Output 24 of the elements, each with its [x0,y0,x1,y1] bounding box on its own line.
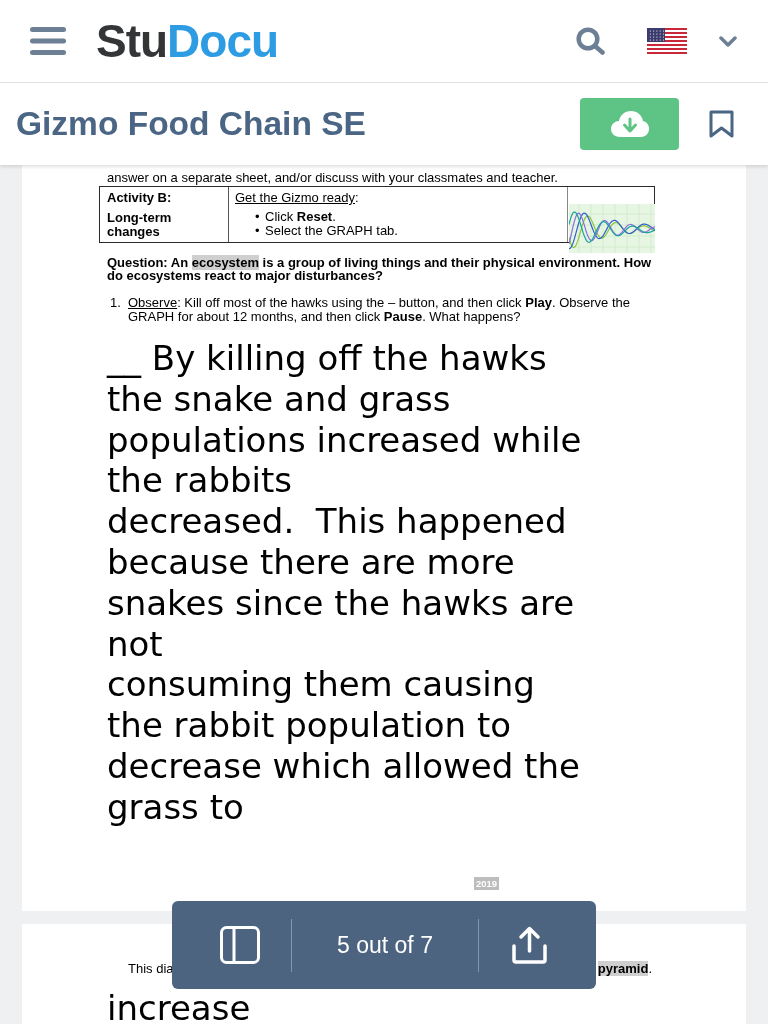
cloud-download-icon [610,111,649,137]
activity-title: Activity B: [107,191,173,205]
document-title: Gizmo Food Chain SE [16,105,367,143]
step-item: • Select the GRAPH tab. [255,224,399,238]
answer-text: increase [107,993,252,1022]
bookmark-icon[interactable] [709,110,734,138]
share-icon[interactable] [512,926,547,964]
logo[interactable]: StuDocu [96,18,279,64]
question-text: Question: An ecosystem is a group of living things and their physical environment. How do ecosystems react to major disturbances? [107,256,653,282]
text-fragment: This dia [128,961,174,976]
sidebar-icon[interactable] [220,926,260,964]
flag-icon[interactable] [647,28,687,54]
intro-text: answer on a separate sheet, and/or discuss with your classmates and teacher. [107,171,558,185]
page-indicator: 5 out of 7 [336,931,434,959]
activity-subtitle: Long-term changes [107,211,173,239]
numbered-instruction: 1. Observe: Kill off most of the hawks using the – button, and then click Play. Observe the GRAPH for about 12 months, and then click Pause. What happens? [109,296,631,324]
chevron-down-icon[interactable] [719,35,737,47]
year-label: 2019 [474,876,500,890]
instructions-heading: Get the Gizmo ready: [235,191,360,205]
menu-icon[interactable] [30,27,66,55]
search-icon[interactable] [576,27,606,55]
step-item: • Click Reset. [255,210,337,224]
text-fragment: pyramid. [597,961,652,976]
answer-text: __ By killing off the hawks the snake and grass populations increased while the rabbits decreased. This happened because there are more snakes since the hawks are not consuming them causing the rabbit population to decrease which allowed the grass to [107,338,582,828]
